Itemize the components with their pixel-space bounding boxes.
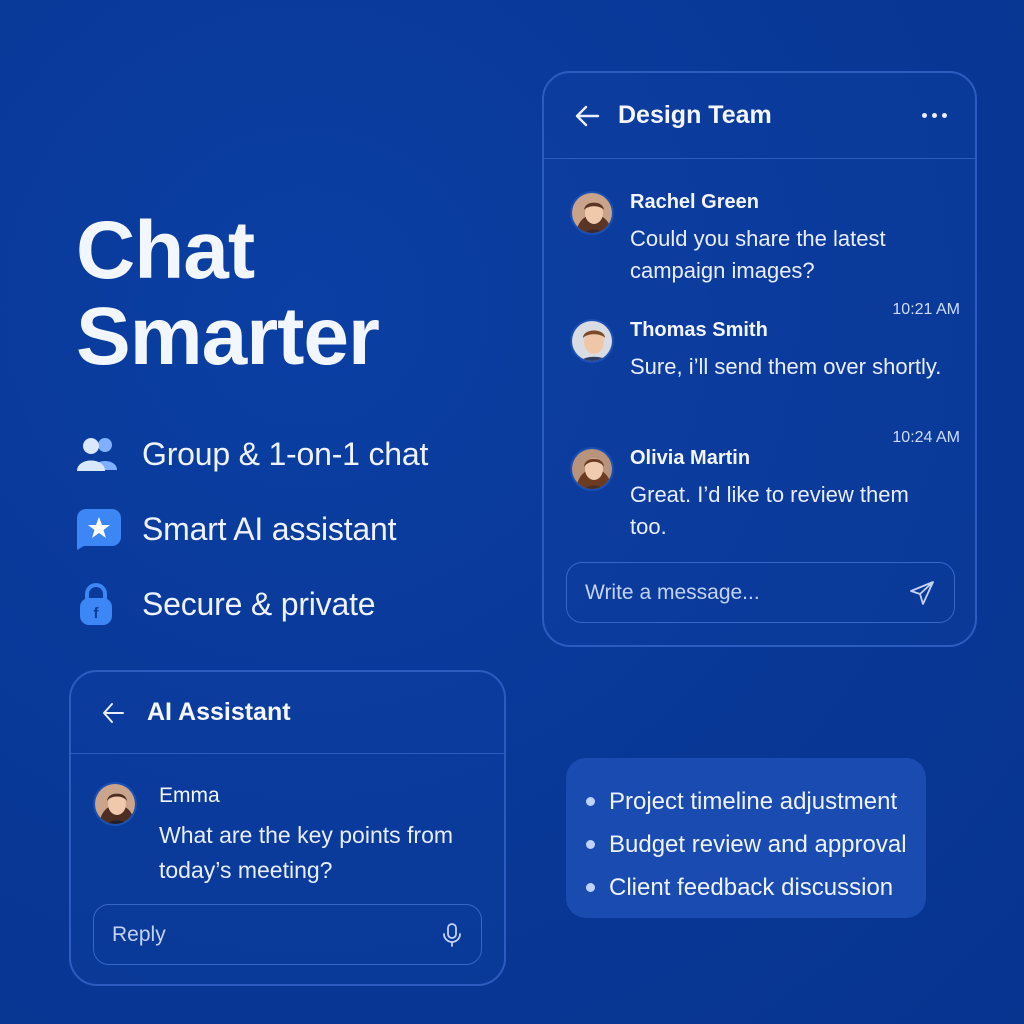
more-options-icon[interactable] — [922, 113, 947, 118]
feature-list: Group & 1-on-1 chat Smart AI assistant f… — [76, 428, 428, 653]
message-text: Could you share the latest campaign imag… — [630, 226, 886, 283]
feature-item-secure: f Secure & private — [76, 578, 428, 630]
message-text: Sure, i’ll send them over shortly. — [630, 354, 942, 379]
feature-item-ai-assistant: Smart AI assistant — [76, 503, 428, 555]
users-icon — [76, 430, 124, 478]
summary-item: Project timeline adjustment — [586, 780, 926, 823]
bullet-icon — [586, 840, 595, 849]
message-timestamp: 10:21 AM — [892, 301, 960, 318]
ai-chat-header: AI Assistant — [71, 672, 504, 754]
reply-composer[interactable]: Reply — [93, 904, 482, 965]
avatar — [570, 319, 614, 363]
feature-item-group-chat: Group & 1-on-1 chat — [76, 428, 428, 480]
back-arrow-icon[interactable] — [574, 105, 600, 127]
chat-title: Design Team — [618, 101, 772, 129]
hero-title-line-1: Chat — [76, 205, 255, 296]
message-input[interactable]: Write a message... — [585, 581, 908, 605]
meeting-summary: Project timeline adjustment Budget revie… — [566, 758, 926, 918]
sender-name: Emma — [159, 784, 220, 807]
message-composer[interactable]: Write a message... — [566, 562, 955, 623]
avatar — [93, 782, 137, 826]
summary-item-text: Client feedback discussion — [609, 873, 894, 901]
send-icon[interactable] — [908, 579, 936, 607]
team-chat-header: Design Team — [544, 73, 975, 159]
microphone-icon[interactable] — [441, 922, 463, 948]
reply-input[interactable]: Reply — [112, 923, 441, 947]
back-arrow-icon[interactable] — [101, 702, 125, 724]
bullet-icon — [586, 883, 595, 892]
summary-item: Client feedback discussion — [586, 866, 926, 909]
sender-name: Rachel Green — [630, 191, 759, 213]
chat-title: AI Assistant — [147, 698, 291, 726]
feature-label: Group & 1-on-1 chat — [142, 435, 429, 472]
summary-item-text: Budget review and approval — [609, 830, 907, 858]
message-timestamp: 10:24 AM — [892, 429, 960, 446]
sender-name: Thomas Smith — [630, 319, 768, 341]
feature-label: Smart AI assistant — [142, 510, 397, 547]
hero-title-line-2: Smarter — [76, 291, 380, 382]
avatar — [570, 191, 614, 235]
bullet-icon — [586, 797, 595, 806]
message-text: Great. I’d like to review them too. — [630, 482, 909, 539]
sender-name: Olivia Martin — [630, 447, 751, 469]
star-badge-icon — [76, 505, 124, 553]
team-chat-card: Design Team Rachel Green Could you share… — [542, 71, 977, 647]
ai-assistant-card: AI Assistant Emma What are the key point… — [69, 670, 506, 986]
hero-title: Chat Smarter — [76, 205, 380, 382]
feature-label: Secure & private — [142, 585, 376, 622]
lock-icon: f — [76, 580, 124, 628]
summary-item: Budget review and approval — [586, 823, 926, 866]
avatar — [570, 447, 614, 491]
summary-item-text: Project timeline adjustment — [609, 787, 898, 815]
message-text: What are the key points from today’s mee… — [159, 822, 454, 883]
